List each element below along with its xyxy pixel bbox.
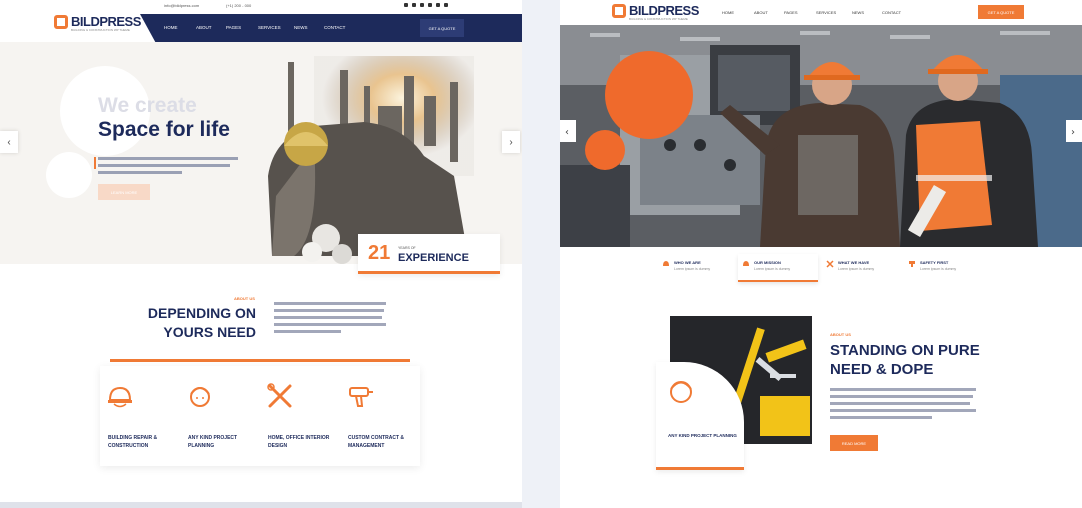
feature-title: SAFETY FIRST (920, 260, 949, 265)
instagram-icon[interactable] (428, 3, 432, 7)
nav-about[interactable]: ABOUT (754, 10, 768, 15)
read-more-button[interactable]: READ MORE (830, 435, 878, 451)
feature-title: WHO WE ARE (674, 260, 701, 265)
helmet-icon (108, 386, 132, 408)
youtube-icon[interactable] (436, 3, 440, 7)
experience-label: EXPERIENCE (398, 252, 469, 264)
decor-bubble (46, 152, 92, 198)
card-label: ANY KIND PROJECT PLANNING (668, 433, 737, 438)
header: BILDPRESS BUILDING & CONSTRUCTION WP THE… (560, 0, 1082, 25)
features-row: WHO WE ARE Lorem ipsum is dummy OUR MISS… (560, 250, 1082, 286)
about-title-line2: NEED & DOPE (830, 361, 934, 378)
service-item[interactable]: CUSTOM CONTRACT & MANAGEMENT (340, 366, 420, 466)
svg-text:›: › (1071, 127, 1075, 138)
services-list: BUILDING REPAIR & CONSTRUCTION ANY KIND … (100, 366, 420, 466)
get-quote-button[interactable]: GET A QUOTE (978, 5, 1024, 19)
service-label: HOME, OFFICE INTERIOR DESIGN (268, 435, 330, 449)
service-item[interactable]: BUILDING REPAIR & CONSTRUCTION (100, 366, 180, 466)
about-title-line1: STANDING ON PURE (830, 342, 980, 359)
logo-text: BILDPRESS (629, 3, 699, 18)
right-page-preview: BILDPRESS BUILDING & CONSTRUCTION WP THE… (560, 0, 1082, 508)
service-item[interactable]: HOME, OFFICE INTERIOR DESIGN (260, 366, 340, 466)
logo-tagline: BUILDING & CONSTRUCTION WP THEME (71, 28, 130, 32)
left-page-preview: info@bildpress.com (+1) 200 - 000 BILDPR… (0, 0, 522, 508)
nav-services[interactable]: SERVICES (258, 25, 281, 30)
tools-icon (267, 383, 292, 408)
service-item[interactable]: ANY KIND PROJECT PLANNING (180, 366, 260, 466)
service-label: BUILDING REPAIR & CONSTRUCTION (108, 435, 158, 449)
feature-title: OUR MISSION (754, 260, 781, 265)
drill-icon (909, 261, 915, 267)
nav-contact[interactable]: CONTACT (882, 10, 901, 15)
about-tag: ABOUT US (234, 296, 255, 301)
nav-contact[interactable]: CONTACT (324, 25, 345, 30)
tools-icon (826, 260, 834, 268)
feature-item[interactable]: OUR MISSION Lorem ipsum is dummy (738, 254, 818, 282)
helmet-icon (743, 261, 749, 266)
hero-title-line1: We create (98, 94, 197, 117)
nav-pages[interactable]: PAGES (784, 10, 798, 15)
experience-number: 21 (368, 242, 391, 264)
about-tag: ABOUT US (830, 332, 851, 337)
hero-learn-more-button[interactable]: LEARN MORE (98, 184, 150, 200)
site-logo[interactable]: BILDPRESS BUILDING & CONSTRUCTION WP THE… (54, 14, 141, 32)
feature-sub: Lorem ipsum is dummy (838, 267, 875, 271)
slider-prev-arrow[interactable]: ‹ (0, 131, 18, 153)
svg-text:‹: ‹ (565, 127, 569, 138)
logo-mark-icon (54, 14, 68, 29)
service-label: CUSTOM CONTRACT & MANAGEMENT (348, 435, 405, 449)
worker-icon (670, 381, 692, 403)
drill-icon (349, 387, 373, 407)
about-title-line2: YOURS NEED (163, 324, 256, 340)
nav-home[interactable]: HOME (164, 25, 178, 30)
twitter-icon[interactable] (412, 3, 416, 7)
workers-factory-image: ‹ › (560, 25, 1082, 247)
nav-about[interactable]: ABOUT (196, 25, 212, 30)
facebook-icon[interactable] (404, 3, 408, 7)
about-description (830, 388, 976, 423)
nav-services[interactable]: SERVICES (816, 10, 836, 15)
logo-mark-icon (612, 3, 626, 18)
nav-news[interactable]: NEWS (294, 25, 308, 30)
nav-news[interactable]: NEWS (852, 10, 864, 15)
nav-home[interactable]: HOME (722, 10, 734, 15)
slider-next-arrow[interactable]: › (502, 131, 520, 153)
service-label: ANY KIND PROJECT PLANNING (188, 435, 238, 449)
about-title-line1: DEPENDING ON (147, 305, 256, 321)
linkedin-icon[interactable] (420, 3, 424, 7)
feature-item[interactable]: WHAT WE HAVE Lorem ipsum is dummy (822, 254, 902, 282)
logo-tagline: BUILDING & CONSTRUCTION WP THEME (629, 17, 688, 21)
hero-title-line2: Space for life (98, 118, 230, 141)
about-description (274, 302, 386, 337)
topbar: info@bildpress.com (+1) 200 - 000 (0, 0, 522, 14)
topbar-email[interactable]: info@bildpress.com (164, 3, 199, 8)
hero-section: We create Space for life LEARN MORE (0, 42, 522, 266)
hero-description (94, 157, 238, 178)
feature-title: WHAT WE HAVE (838, 260, 870, 265)
feature-item[interactable]: WHO WE ARE Lorem ipsum is dummy (658, 254, 738, 282)
experience-card: 21 YEARS OF EXPERIENCE (358, 234, 500, 274)
logo-text: BILDPRESS (71, 14, 141, 29)
language-icon[interactable] (444, 3, 448, 7)
feature-sub: Lorem ipsum is dummy (754, 267, 791, 271)
worker-icon (190, 387, 210, 407)
accent-divider (110, 359, 410, 362)
topbar-phone[interactable]: (+1) 200 - 000 (226, 3, 251, 8)
main-nav: HOME ABOUT PAGES SERVICES NEWS CONTACT G… (140, 14, 522, 42)
site-logo[interactable]: BILDPRESS BUILDING & CONSTRUCTION WP THE… (612, 3, 699, 21)
nav-pages[interactable]: PAGES (226, 25, 241, 30)
feature-sub: Lorem ipsum is dummy (674, 267, 711, 271)
next-section-edge (0, 502, 522, 508)
social-icons (404, 3, 448, 7)
feature-sub: Lorem ipsum is dummy (920, 267, 957, 271)
helmet-icon (663, 261, 669, 266)
get-quote-button[interactable]: GET A QUOTE (420, 19, 464, 37)
feature-item[interactable]: SAFETY FIRST Lorem ipsum is dummy (904, 254, 984, 282)
experience-small-label: YEARS OF (398, 246, 416, 250)
